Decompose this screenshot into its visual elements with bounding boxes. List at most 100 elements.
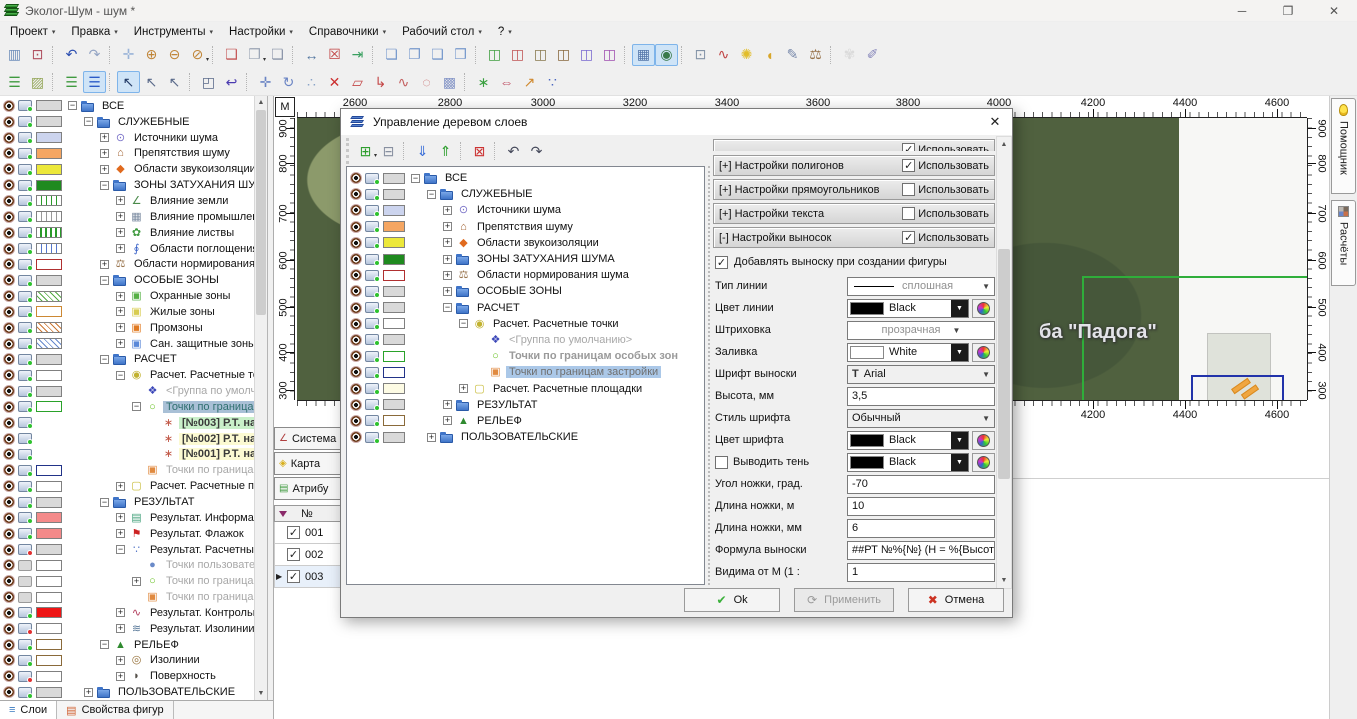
expand-toggle-icon[interactable]: +: [443, 271, 452, 280]
visibility-eye-icon[interactable]: [3, 496, 15, 508]
expand-toggle-icon[interactable]: +: [116, 608, 125, 617]
scales-icon[interactable]: ⚖: [804, 44, 827, 66]
visibility-eye-icon[interactable]: [350, 285, 362, 297]
expand-toggle-icon[interactable]: +: [100, 165, 109, 174]
scroll-thumb[interactable]: [256, 110, 266, 315]
layer-color-swatch[interactable]: [36, 497, 62, 508]
layer-color-swatch[interactable]: [36, 195, 62, 206]
layer-color-swatch[interactable]: [36, 639, 62, 650]
visibility-eye-icon[interactable]: [3, 654, 15, 666]
visibility-eye-icon[interactable]: [3, 464, 15, 476]
print-map-icon[interactable]: ⊡: [689, 44, 712, 66]
print-layer-icon[interactable]: [18, 164, 32, 175]
print-layer-icon[interactable]: [18, 243, 32, 254]
select-object-icon[interactable]: ❏: [266, 44, 289, 66]
dropdown-select[interactable]: сплошная▼: [847, 277, 995, 296]
expand-toggle-icon[interactable]: +: [116, 339, 125, 348]
layer-color-swatch[interactable]: [383, 237, 405, 248]
visibility-eye-icon[interactable]: [3, 512, 15, 524]
restore-icon[interactable]: ❐: [1265, 0, 1311, 22]
expand-toggle-icon[interactable]: −: [116, 371, 125, 380]
print-layer-icon[interactable]: [18, 560, 32, 571]
layer-row[interactable]: +▣Сан. защитные зоны: [0, 336, 267, 352]
measure-icon[interactable]: ↔: [300, 44, 323, 66]
layer-color-swatch[interactable]: [36, 116, 62, 127]
layer-row[interactable]: +⊙Источники шума: [347, 202, 704, 218]
menu-?[interactable]: ?▾: [490, 22, 520, 41]
отмена-button[interactable]: ✖Отмена: [908, 588, 1004, 612]
use-checkbox[interactable]: [902, 183, 915, 196]
tab-calculations[interactable]: Расчёты: [1331, 200, 1356, 286]
point-row[interactable]: ▶003: [274, 566, 341, 588]
expand-toggle-icon[interactable]: +: [443, 400, 452, 409]
print-layer-icon[interactable]: [365, 432, 379, 443]
dialog-settings-scrollbar[interactable]: ▲ ▼: [996, 136, 1012, 589]
print-layer-icon[interactable]: [18, 306, 32, 317]
visibility-eye-icon[interactable]: [3, 385, 15, 397]
visibility-eye-icon[interactable]: [3, 179, 15, 191]
layer-color-swatch[interactable]: [36, 322, 62, 333]
expand-toggle-icon[interactable]: −: [443, 303, 452, 312]
layer-row[interactable]: +ПОЛЬЗОВАТЕЛЬСКИЕ: [347, 429, 704, 445]
print-layer-icon[interactable]: [18, 291, 32, 302]
chevron-down-icon[interactable]: ▼: [951, 300, 968, 317]
tab-attributes[interactable]: ▤ Атрибу: [274, 477, 341, 500]
layer-row[interactable]: +⚖Области нормирования шума: [347, 267, 704, 283]
terrain-icon[interactable]: ▨: [26, 71, 49, 93]
print-layer-icon[interactable]: [18, 322, 32, 333]
layer-color-swatch[interactable]: [36, 671, 62, 682]
select-by-doc-icon[interactable]: ◰: [197, 71, 220, 93]
section-header[interactable]: [+] Настройки текстаИспользовать: [713, 203, 995, 224]
redo-icon[interactable]: ↷: [525, 140, 548, 162]
layer-color-swatch[interactable]: [36, 560, 62, 571]
layer-color-swatch[interactable]: [36, 354, 62, 365]
add-object-icon[interactable]: ❑: [220, 44, 243, 66]
add-point-icon[interactable]: ∗: [472, 71, 495, 93]
scroll-down-icon[interactable]: ▼: [997, 573, 1011, 588]
expand-toggle-icon[interactable]: +: [116, 482, 125, 491]
select-back-icon[interactable]: ↩: [220, 71, 243, 93]
section-header[interactable]: [+] Настройки прямоугольниковИспользоват…: [713, 179, 995, 200]
print-layer-icon[interactable]: [18, 528, 32, 539]
delete-node-icon[interactable]: ⊠: [468, 140, 491, 162]
text-input[interactable]: ##РТ №%{№} (Н = %{Высот: [847, 541, 995, 560]
expand-toggle-icon[interactable]: −: [411, 174, 420, 183]
expand-toggle-icon[interactable]: −: [100, 355, 109, 364]
layer-row[interactable]: ❖<Группа по умолчан...: [0, 383, 267, 399]
visibility-eye-icon[interactable]: [3, 211, 15, 223]
point-row[interactable]: 002: [274, 544, 341, 566]
layer-color-swatch[interactable]: [36, 592, 62, 603]
layer-color-swatch[interactable]: [383, 351, 405, 362]
layer-row[interactable]: +▣Жилые зоны: [0, 304, 267, 320]
layer-row[interactable]: +▲РЕЛЬЕФ: [347, 413, 704, 429]
layer-color-swatch[interactable]: [383, 383, 405, 394]
layer-row[interactable]: ●Точки пользователя: [0, 557, 267, 573]
hint-bulb-icon[interactable]: ✺: [735, 44, 758, 66]
layer-color-swatch[interactable]: [36, 481, 62, 492]
layer-color-swatch[interactable]: [383, 367, 405, 378]
print-layer-icon[interactable]: [18, 370, 32, 381]
points-list-icon[interactable]: ∵: [541, 71, 564, 93]
chevron-down-icon[interactable]: ▼: [951, 344, 968, 361]
visibility-eye-icon[interactable]: [350, 399, 362, 411]
visibility-eye-icon[interactable]: [3, 480, 15, 492]
layer-color-swatch[interactable]: [383, 318, 405, 329]
visibility-eye-icon[interactable]: [350, 318, 362, 330]
point-checkbox[interactable]: [287, 526, 300, 539]
print-stamp-icon[interactable]: ⊡: [26, 44, 49, 66]
layer-row[interactable]: −ВСЕ: [347, 170, 704, 186]
layer-row[interactable]: +РЕЗУЛЬТАТ: [347, 397, 704, 413]
visibility-eye-icon[interactable]: [350, 350, 362, 362]
visibility-eye-icon[interactable]: [3, 274, 15, 286]
use-toggle[interactable]: Использовать: [902, 159, 989, 172]
visibility-eye-icon[interactable]: [350, 302, 362, 314]
expand-toggle-icon[interactable]: +: [427, 433, 436, 442]
visibility-eye-icon[interactable]: [350, 431, 362, 443]
report-edit-icon[interactable]: ✎: [781, 44, 804, 66]
dialog-close-icon[interactable]: ✕: [978, 109, 1012, 135]
применить-button[interactable]: ⟳Применить: [794, 588, 894, 612]
layer-color-swatch[interactable]: [383, 302, 405, 313]
expand-toggle-icon[interactable]: +: [116, 624, 125, 633]
edit-spline-icon[interactable]: ∿: [392, 71, 415, 93]
visibility-eye-icon[interactable]: [350, 269, 362, 281]
